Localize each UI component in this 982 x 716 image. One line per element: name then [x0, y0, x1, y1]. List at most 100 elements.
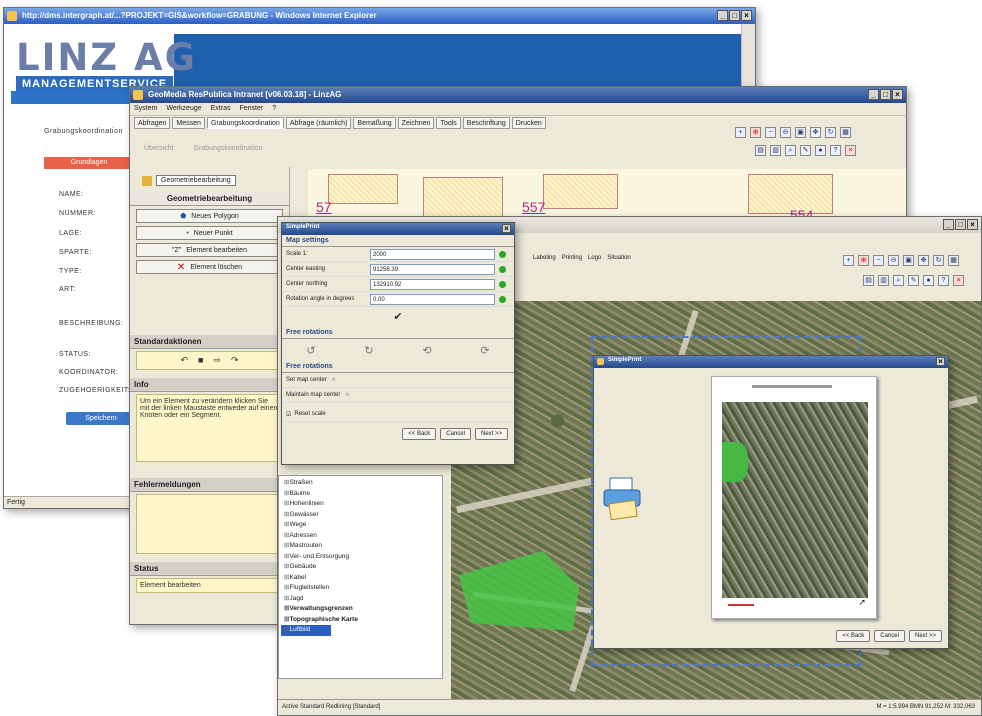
next-button[interactable]: Next >> — [474, 428, 508, 440]
rotate-right-icon[interactable]: ⟳ — [480, 344, 489, 357]
option-row[interactable]: Set map center ○ — [282, 373, 514, 388]
fit-icon[interactable]: ▣ — [795, 127, 806, 138]
print-icon[interactable]: ▤ — [755, 145, 766, 156]
close-icon[interactable]: × — [967, 219, 978, 230]
layers-icon[interactable]: ▥ — [878, 275, 889, 286]
rotate-icon[interactable]: ↻ — [364, 344, 373, 357]
tab[interactable]: Logo — [588, 255, 601, 261]
help-icon[interactable]: ? — [830, 145, 841, 156]
zoom-icon[interactable]: ⊕ — [858, 255, 869, 266]
apply-check-icon[interactable]: ✔ — [282, 307, 514, 327]
edit-icon[interactable]: ✎ — [800, 145, 811, 156]
zoom-in-icon[interactable]: + — [843, 255, 854, 266]
globe-icon[interactable]: ● — [815, 145, 826, 156]
easting-input[interactable]: 91256.39 — [370, 263, 495, 275]
tab[interactable]: Bemaßung — [353, 117, 396, 129]
option-row[interactable]: ☑ Reset scale — [282, 407, 514, 422]
cancel-button[interactable]: Cancel — [440, 428, 471, 440]
tab[interactable]: Situation — [607, 255, 630, 261]
search-icon[interactable]: ⌕ — [785, 145, 796, 156]
pan-icon[interactable]: ✥ — [810, 127, 821, 138]
geomedia-titlebar[interactable]: GeoMedia ResPublica Intranet [v06.03.18]… — [130, 87, 906, 103]
option-row[interactable]: Maintain map center ○ — [282, 388, 514, 403]
rotation-input[interactable]: 0.00 — [370, 293, 495, 305]
maximize-icon[interactable]: □ — [955, 219, 966, 230]
cancel-button[interactable]: Cancel — [874, 630, 905, 642]
subtab[interactable]: Grabungskoordination — [194, 145, 263, 152]
tab[interactable]: Labeling — [533, 255, 556, 261]
northing-input[interactable]: 132910.92 — [370, 278, 495, 290]
layer-item[interactable]: Adressen — [281, 531, 440, 542]
layer-item[interactable]: Kabel — [281, 573, 440, 584]
zoom-in-icon[interactable]: + — [735, 127, 746, 138]
edit-icon[interactable]: ✎ — [908, 275, 919, 286]
grid-icon[interactable]: ▦ — [948, 255, 959, 266]
next-button[interactable]: Next >> — [908, 630, 942, 642]
zoom-out-icon[interactable]: − — [873, 255, 884, 266]
save-button[interactable]: Speichern — [66, 412, 136, 425]
help-icon[interactable]: ? — [938, 275, 949, 286]
save-icon[interactable]: ■ — [198, 355, 203, 366]
mode-dropdown[interactable]: Geometriebearbeitung — [156, 175, 236, 186]
scale-input[interactable]: 2000 — [370, 248, 495, 260]
layer-item-selected[interactable]: Luftbild — [281, 625, 331, 636]
fit-icon[interactable]: ▣ — [903, 255, 914, 266]
menu-item[interactable]: ? — [272, 105, 276, 113]
close-icon[interactable]: × — [936, 357, 945, 366]
layer-item[interactable]: Topographische Karte — [281, 615, 440, 626]
print-icon[interactable]: ▤ — [863, 275, 874, 286]
back-button[interactable]: << Back — [836, 630, 871, 642]
layer-item[interactable]: Straßen — [281, 478, 440, 489]
tab[interactable]: Tools — [436, 117, 461, 129]
grid-icon[interactable]: ▦ — [840, 127, 851, 138]
layer-item[interactable]: Gewässer — [281, 510, 440, 521]
radio-icon[interactable]: ○ — [345, 392, 349, 398]
layer-item[interactable]: Jagd — [281, 594, 440, 605]
minimize-icon[interactable]: _ — [717, 10, 728, 21]
undo-icon[interactable]: ↶ — [180, 355, 188, 366]
menu-item[interactable]: Extras — [211, 105, 231, 113]
redo-icon[interactable]: ↷ — [231, 355, 239, 366]
tab[interactable]: Abfragen — [134, 117, 171, 129]
radio-icon[interactable]: ○ — [332, 377, 336, 383]
grundlagen-button[interactable]: Grundlagen — [44, 157, 134, 169]
new-polygon-button[interactable]: ⬟ Neues Polygon — [136, 209, 283, 223]
rotate-icon[interactable]: ⟲ — [422, 344, 431, 357]
layers-icon[interactable]: ▥ — [770, 145, 781, 156]
new-point-button[interactable]: • Neuer Punkt — [136, 226, 283, 240]
checkbox-icon[interactable]: ☑ — [286, 411, 291, 418]
layer-item[interactable]: Mastrouten — [281, 541, 440, 552]
dialog-titlebar[interactable]: SimplePrint × — [282, 223, 514, 235]
zoom-icon[interactable]: ⊖ — [888, 255, 899, 266]
layer-item[interactable]: Gebäude — [281, 562, 440, 573]
maximize-icon[interactable]: □ — [880, 89, 891, 100]
layer-item[interactable]: Ver- und Entsorgung — [281, 552, 440, 563]
layer-item[interactable]: Wege — [281, 520, 440, 531]
preview-titlebar[interactable]: SimplePrint × — [594, 356, 948, 368]
tab[interactable]: Zeichnen — [397, 117, 435, 129]
delete-element-button[interactable]: ✕ Element löschen — [136, 260, 283, 274]
close-icon[interactable]: × — [502, 224, 511, 233]
close-icon[interactable]: × — [741, 10, 752, 21]
tab[interactable]: Beschriftung — [462, 117, 510, 129]
layer-item[interactable]: Hohenlinien — [281, 499, 440, 510]
back-button[interactable]: << Back — [402, 428, 437, 440]
search-icon[interactable]: ⌕ — [893, 275, 904, 286]
tab[interactable]: Messen — [172, 117, 205, 129]
refresh-icon[interactable]: ↻ — [825, 127, 836, 138]
zoom-icon[interactable]: ⊖ — [780, 127, 791, 138]
refresh-icon[interactable]: ↻ — [933, 255, 944, 266]
layer-item[interactable]: Flugleitstellen — [281, 583, 440, 594]
tab[interactable]: Printing — [562, 255, 582, 261]
minimize-icon[interactable]: _ — [868, 89, 879, 100]
edit-element-button[interactable]: "Z" Element bearbeiten — [136, 243, 283, 257]
rotate-left-icon[interactable]: ↺ — [306, 344, 315, 357]
close-icon[interactable]: × — [892, 89, 903, 100]
subtab[interactable]: Übersicht — [144, 145, 174, 152]
layer-item[interactable]: Verwaltungsgrenzen — [281, 604, 440, 615]
delete-icon[interactable]: × — [845, 145, 856, 156]
menu-item[interactable]: System — [134, 105, 157, 113]
tab-active[interactable]: Grabungskoordination — [206, 117, 284, 129]
menu-item[interactable]: Werkzeuge — [166, 105, 201, 113]
export-icon[interactable]: ⇨ — [213, 355, 221, 366]
